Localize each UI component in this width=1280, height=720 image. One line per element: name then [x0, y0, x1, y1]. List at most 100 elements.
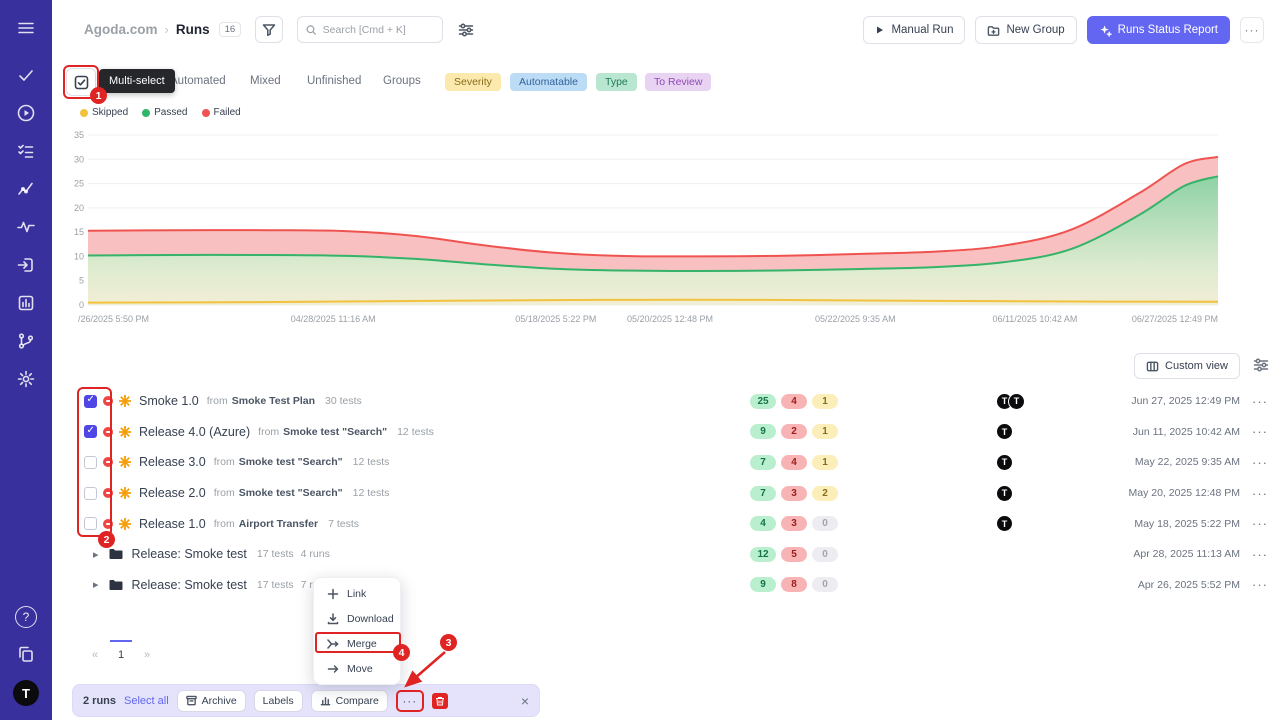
- run-source[interactable]: Smoke test "Search": [239, 456, 343, 468]
- run-tests-count: 12 tests: [353, 487, 390, 499]
- expand-chevron-icon[interactable]: ▸: [93, 578, 99, 591]
- svg-text:06/11/2025 10:42 AM: 06/11/2025 10:42 AM: [992, 314, 1077, 324]
- result-badges: 4 3 0: [750, 516, 838, 531]
- run-tests-count: 30 tests: [325, 395, 362, 407]
- group-title[interactable]: Release: Smoke test: [132, 547, 247, 561]
- branches-icon[interactable]: [16, 331, 36, 351]
- status-failed-icon: [103, 519, 113, 529]
- run-title[interactable]: Smoke 1.0: [139, 394, 199, 408]
- chip-severity[interactable]: Severity: [445, 73, 501, 91]
- run-source[interactable]: Airport Transfer: [239, 518, 318, 530]
- menu-item-link[interactable]: Link: [314, 581, 400, 606]
- page-1-button[interactable]: 1: [110, 640, 132, 661]
- run-title[interactable]: Release 4.0 (Azure): [139, 425, 250, 439]
- row-more-button[interactable]: ···: [1252, 455, 1268, 470]
- report-icon[interactable]: [16, 293, 36, 313]
- assignee-avatars: T: [996, 454, 1013, 471]
- row-more-button[interactable]: ···: [1252, 394, 1268, 409]
- adjustments-icon[interactable]: [457, 21, 475, 39]
- move-icon: [327, 663, 339, 675]
- action-bar-more-button[interactable]: ···: [399, 692, 421, 710]
- run-title[interactable]: Release 2.0: [139, 486, 206, 500]
- help-icon[interactable]: ?: [15, 606, 37, 628]
- passed-badge: 9: [750, 577, 776, 592]
- run-title[interactable]: Release 3.0: [139, 455, 206, 469]
- run-source[interactable]: Smoke test "Search": [283, 426, 387, 438]
- run-tests-count: 7 tests: [328, 518, 359, 530]
- group-row[interactable]: ▸ Release: Smoke test 17 tests 7 runs 9 …: [0, 570, 1280, 601]
- row-more-button[interactable]: ···: [1252, 547, 1268, 562]
- labels-button[interactable]: Labels: [254, 690, 303, 712]
- expand-chevron-icon[interactable]: ▸: [93, 548, 99, 561]
- compare-button[interactable]: Compare: [311, 690, 388, 712]
- legend-passed[interactable]: Passed: [142, 107, 187, 118]
- menu-item-merge[interactable]: Merge: [314, 631, 400, 656]
- chip-automatable[interactable]: Automatable: [510, 73, 587, 91]
- archive-button[interactable]: Archive: [177, 690, 246, 712]
- run-title[interactable]: Release 1.0: [139, 517, 206, 531]
- filter-funnel-button[interactable]: [255, 16, 283, 43]
- svg-text:35: 35: [74, 130, 84, 140]
- settings-icon[interactable]: [16, 369, 36, 389]
- skipped-badge: 1: [812, 455, 838, 470]
- passed-dot-icon: [142, 109, 150, 117]
- page-next-button[interactable]: »: [136, 640, 158, 661]
- row-more-button[interactable]: ···: [1252, 424, 1268, 439]
- row-more-button[interactable]: ···: [1252, 577, 1268, 592]
- run-list-icon[interactable]: [16, 141, 36, 161]
- selected-count: 2 runs: [83, 695, 116, 707]
- tab-groups[interactable]: Groups: [383, 75, 421, 87]
- legend-skipped[interactable]: Skipped: [80, 107, 128, 118]
- run-row[interactable]: Release 1.0 from Airport Transfer 7 test…: [0, 508, 1280, 539]
- multi-select-tooltip: Multi-select: [99, 69, 175, 93]
- run-source[interactable]: Smoke Test Plan: [232, 395, 315, 407]
- run-source[interactable]: Smoke test "Search": [239, 487, 343, 499]
- close-action-bar-button[interactable]: ×: [521, 693, 529, 709]
- svg-text:20: 20: [74, 203, 84, 213]
- profile-avatar[interactable]: T: [13, 680, 39, 706]
- menu-item-move[interactable]: Move: [314, 656, 400, 681]
- tab-automated[interactable]: Automated: [170, 75, 226, 87]
- analytics-icon[interactable]: [16, 179, 36, 199]
- tab-unfinished[interactable]: Unfinished: [307, 75, 361, 87]
- check-icon[interactable]: [16, 65, 36, 85]
- header-more-button[interactable]: ···: [1240, 17, 1264, 43]
- chip-to-review[interactable]: To Review: [645, 73, 711, 91]
- row-more-button[interactable]: ···: [1252, 516, 1268, 531]
- import-icon[interactable]: [16, 255, 36, 275]
- row-checkbox[interactable]: [84, 487, 97, 500]
- activity-icon[interactable]: [16, 217, 36, 237]
- search-input[interactable]: [323, 24, 435, 36]
- row-more-button[interactable]: ···: [1252, 486, 1268, 501]
- menu-icon[interactable]: [16, 18, 36, 38]
- breadcrumb-project[interactable]: Agoda.com: [84, 22, 158, 37]
- row-checkbox[interactable]: [84, 395, 97, 408]
- runs-status-report-button[interactable]: Runs Status Report: [1087, 16, 1230, 44]
- status-failed-icon: [103, 396, 113, 406]
- merge-icon: [327, 638, 339, 650]
- chip-type[interactable]: Type: [596, 73, 637, 91]
- row-checkbox[interactable]: [84, 456, 97, 469]
- view-adjustments-icon[interactable]: [1252, 356, 1270, 374]
- manual-run-button[interactable]: Manual Run: [863, 16, 965, 44]
- skipped-badge: 1: [812, 394, 838, 409]
- run-row[interactable]: Release 2.0 from Smoke test "Search" 12 …: [0, 478, 1280, 509]
- skipped-badge: 2: [812, 486, 838, 501]
- legend-failed[interactable]: Failed: [202, 107, 241, 118]
- row-checkbox[interactable]: [84, 517, 97, 530]
- run-row[interactable]: Smoke 1.0 from Smoke Test Plan 30 tests …: [0, 386, 1280, 417]
- page-prev-button[interactable]: «: [84, 640, 106, 661]
- tab-mixed[interactable]: Mixed: [250, 75, 281, 87]
- copy-icon[interactable]: [16, 644, 36, 664]
- menu-item-download[interactable]: Download: [314, 606, 400, 631]
- custom-view-button[interactable]: Custom view: [1134, 353, 1240, 379]
- group-title[interactable]: Release: Smoke test: [132, 578, 247, 592]
- run-row[interactable]: Release 4.0 (Azure) from Smoke test "Sea…: [0, 417, 1280, 448]
- group-row[interactable]: ▸ Release: Smoke test 17 tests 4 runs 12…: [0, 539, 1280, 570]
- row-checkbox[interactable]: [84, 425, 97, 438]
- play-circle-icon[interactable]: [16, 103, 36, 123]
- new-group-button[interactable]: New Group: [975, 16, 1076, 44]
- select-all-link[interactable]: Select all: [124, 695, 169, 707]
- archive-icon: [186, 695, 197, 706]
- run-row[interactable]: Release 3.0 from Smoke test "Search" 12 …: [0, 447, 1280, 478]
